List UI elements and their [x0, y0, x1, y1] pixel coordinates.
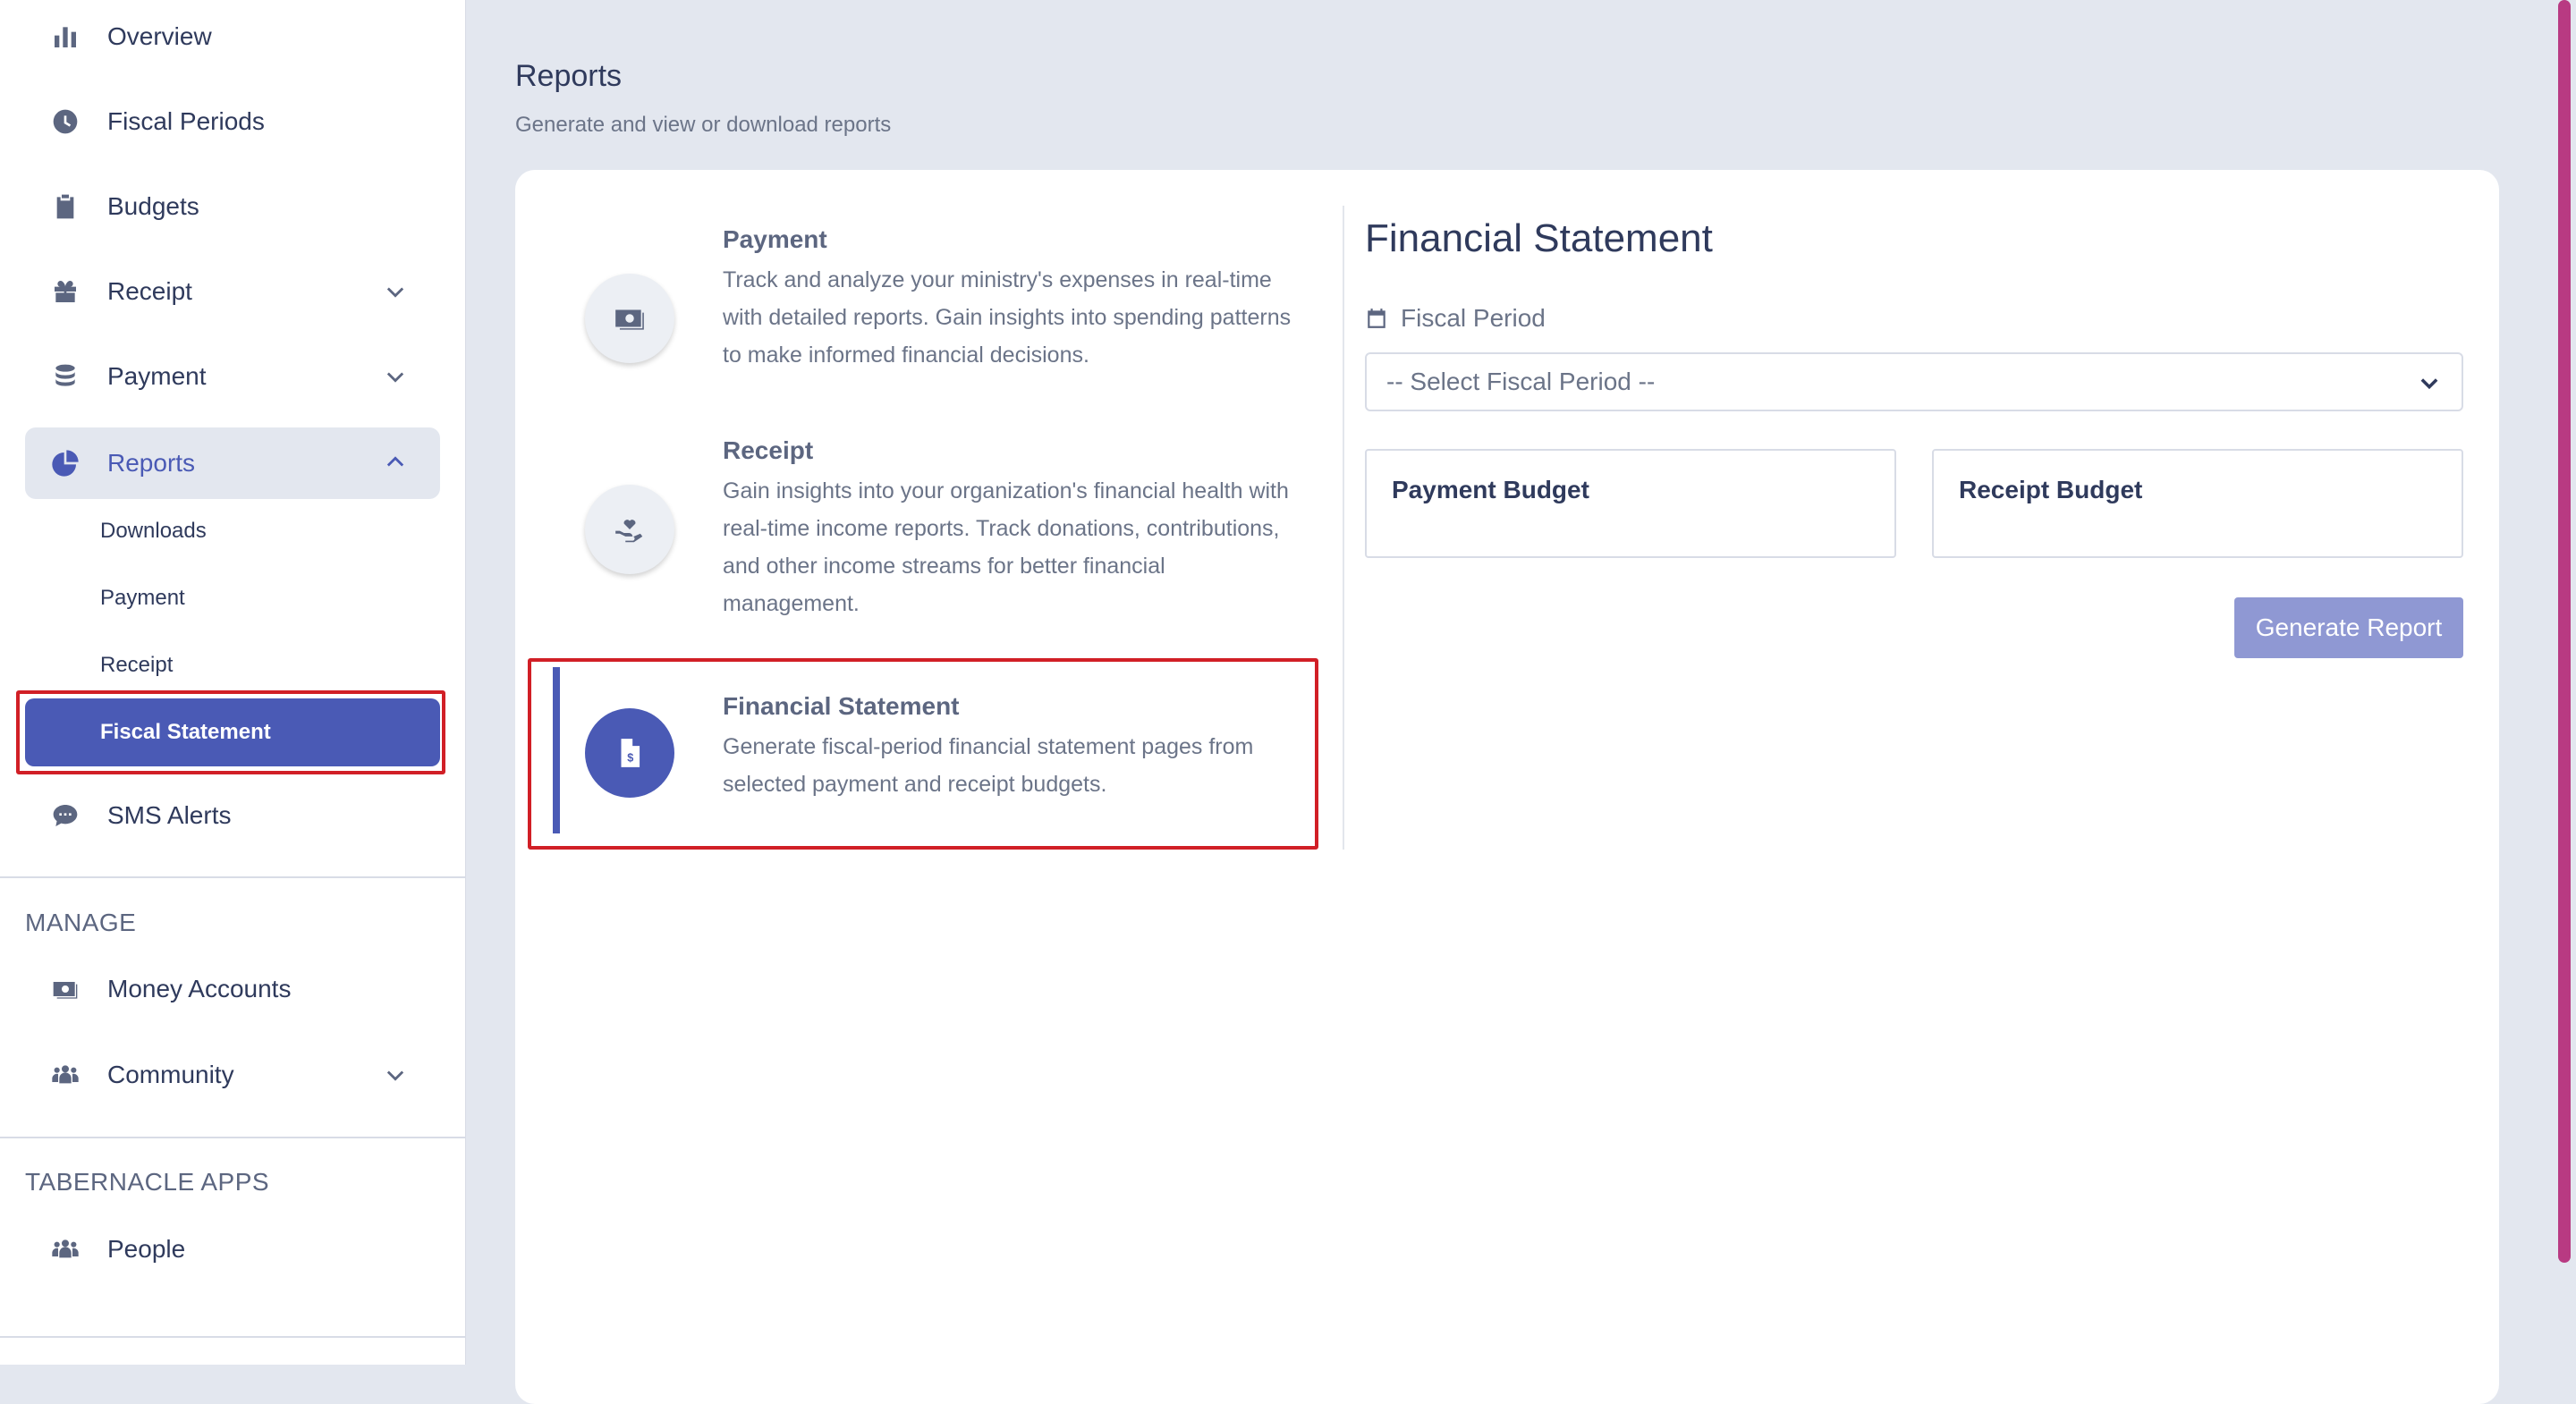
chevron-up-icon[interactable]: [383, 450, 408, 475]
sidebar-subitem-label: Downloads: [100, 519, 207, 543]
chat-icon: [48, 799, 82, 833]
report-type-description: Track and analyze your ministry's expens…: [723, 267, 1292, 368]
sidebar-item-people[interactable]: People: [25, 1214, 440, 1284]
sidebar-subitem-downloads[interactable]: Downloads: [25, 497, 440, 565]
panel-divider: [1343, 206, 1344, 850]
coins-icon: [48, 359, 82, 393]
pie-chart-icon: [48, 446, 82, 480]
receipt-budget-label: Receipt Budget: [1959, 476, 2143, 503]
report-type-receipt[interactable]: Receipt Gain insights into your organiza…: [515, 435, 1320, 640]
sidebar-divider: [0, 876, 465, 878]
bar-chart-icon: [48, 20, 82, 54]
sidebar-subitem-receipt[interactable]: Receipt: [25, 631, 440, 699]
chevron-down-icon: [2417, 370, 2442, 395]
generate-report-button[interactable]: Generate Report: [2234, 597, 2463, 658]
reports-card: Payment Track and analyze your ministry'…: [515, 170, 2499, 1404]
sidebar-subitem-payment[interactable]: Payment: [25, 564, 440, 632]
sidebar-item-label: Receipt: [107, 277, 192, 305]
fiscal-period-select[interactable]: -- Select Fiscal Period --: [1365, 352, 2463, 411]
sidebar-item-label: Budgets: [107, 192, 199, 220]
sidebar-item-receipt[interactable]: Receipt: [25, 257, 440, 326]
sidebar-item-community[interactable]: Community: [25, 1040, 440, 1110]
fiscal-period-label-text: Fiscal Period: [1401, 304, 1546, 332]
report-type-description: Gain insights into your organization's f…: [723, 478, 1289, 616]
chevron-down-icon[interactable]: [383, 364, 408, 389]
chevron-down-icon[interactable]: [383, 279, 408, 304]
sidebar-item-label: SMS Alerts: [107, 801, 232, 829]
receipt-budget-box[interactable]: Receipt Budget: [1932, 449, 2463, 558]
report-type-title: Receipt: [723, 436, 814, 464]
report-type-title: Payment: [723, 225, 827, 253]
calendar-icon: [1368, 309, 1385, 328]
panel-title: Financial Statement: [1365, 216, 1713, 260]
sidebar-item-label: Reports: [107, 449, 196, 477]
page-subtitle: Generate and view or download reports: [515, 113, 892, 137]
gift-icon: [48, 275, 82, 309]
select-value: -- Select Fiscal Period --: [1386, 368, 1656, 395]
users-icon: [48, 1058, 82, 1092]
report-type-payment[interactable]: Payment Track and analyze your ministry'…: [515, 224, 1320, 402]
sidebar-subitem-label: Payment: [100, 586, 185, 610]
sidebar-item-label: Payment: [107, 362, 207, 390]
chevron-down-icon[interactable]: [383, 1062, 408, 1087]
sidebar-item-overview[interactable]: Overview: [25, 2, 440, 72]
clock-icon: [48, 105, 82, 139]
sidebar-item-money-accounts[interactable]: Money Accounts: [25, 954, 440, 1024]
sidebar-item-budgets[interactable]: Budgets: [25, 172, 440, 241]
highlight-annotation: [528, 658, 1318, 850]
clipboard-icon: [48, 190, 82, 224]
sidebar-subitem-label: Receipt: [100, 653, 174, 677]
hand-heart-icon: [585, 485, 674, 574]
sidebar-divider: [0, 1336, 465, 1338]
sidebar-item-label: Fiscal Periods: [107, 107, 265, 135]
fiscal-period-label: Fiscal Period: [1365, 304, 1546, 333]
sidebar: Overview Fiscal Periods Budgets Receipt …: [0, 0, 466, 1365]
sidebar-item-label: Community: [107, 1061, 234, 1088]
page-title: Reports: [515, 59, 623, 93]
users-icon: [48, 1232, 82, 1266]
sidebar-item-fiscal-periods[interactable]: Fiscal Periods: [25, 87, 440, 156]
money-icon: [48, 972, 82, 1006]
sidebar-divider: [0, 1137, 465, 1138]
sidebar-item-sms-alerts[interactable]: SMS Alerts: [25, 781, 440, 850]
payment-budget-label: Payment Budget: [1392, 476, 1589, 503]
money-icon: [585, 274, 674, 363]
sidebar-item-label: People: [107, 1235, 186, 1263]
section-heading-tabernacle-apps: TABERNACLE APPS: [25, 1168, 270, 1196]
sidebar-item-payment[interactable]: Payment: [25, 342, 440, 411]
sidebar-item-label: Overview: [107, 22, 212, 50]
sidebar-item-label: Money Accounts: [107, 975, 292, 1002]
highlight-annotation: [16, 690, 445, 774]
section-heading-manage: MANAGE: [25, 909, 137, 936]
sidebar-item-reports[interactable]: Reports: [25, 427, 440, 499]
payment-budget-box[interactable]: Payment Budget: [1365, 449, 1896, 558]
scrollbar[interactable]: [2558, 0, 2571, 1263]
